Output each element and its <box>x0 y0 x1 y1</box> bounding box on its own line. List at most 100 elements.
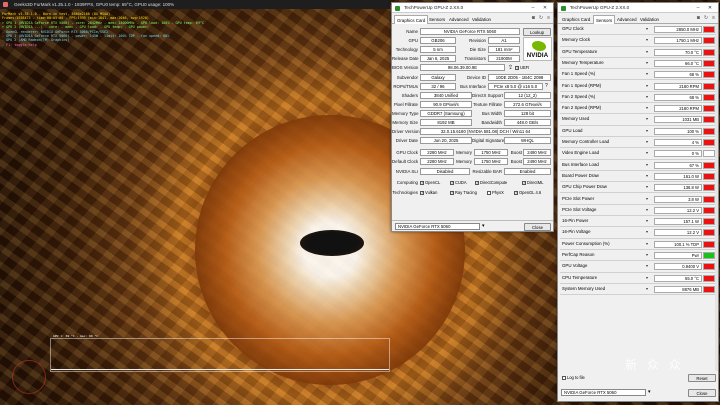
menu-icon[interactable]: ≡ <box>712 15 715 21</box>
sensor-name: Memory Temperature <box>562 59 604 65</box>
lookup-button[interactable]: Lookup <box>523 27 551 36</box>
watermark-logo: 新 众 众 <box>625 358 684 372</box>
sensor-value: 2180 RPM <box>654 82 702 90</box>
label-revision: Revision <box>469 38 486 43</box>
sensor-graph-fill <box>704 94 714 100</box>
check-icon <box>522 180 526 185</box>
field-gpu: GB206 <box>420 37 456 44</box>
sensor-dropdown-icon[interactable]: ▾ <box>646 173 648 178</box>
chevron-down-icon[interactable]: ▾ <box>648 389 651 395</box>
sensor-dropdown-icon[interactable]: ▾ <box>646 105 648 110</box>
sensor-name: System Memory Used <box>562 285 606 291</box>
sensor-dropdown-icon[interactable]: ▾ <box>646 49 648 54</box>
sensor-value: 8876 MB <box>654 285 702 293</box>
sensor-dropdown-icon[interactable]: ▾ <box>646 71 648 76</box>
sensor-dropdown-icon[interactable]: ▾ <box>646 83 648 88</box>
label-default-clock: Default Clock <box>392 159 419 164</box>
label-bios: BIOS Version <box>392 65 419 70</box>
sensor-dropdown-icon[interactable]: ▾ <box>646 37 648 42</box>
sensor-value: 68 % <box>654 71 702 79</box>
minimize-icon[interactable]: – <box>527 3 539 13</box>
tab-graphics-card[interactable]: Graphics Card <box>394 15 429 24</box>
field-directx: 12 (12_2) <box>504 92 551 99</box>
sensor-name: GPU Load <box>562 127 583 133</box>
sensor-scrollbar[interactable] <box>715 24 718 371</box>
sensor-dropdown-icon[interactable]: ▾ <box>646 150 648 155</box>
menu-icon[interactable]: ≡ <box>547 15 550 21</box>
label-pixel-fillrate: Pixel Fillrate <box>394 102 418 107</box>
sensor-dropdown-icon[interactable]: ▾ <box>646 139 648 144</box>
close-icon[interactable]: ✕ <box>704 3 716 13</box>
sensor-dropdown-icon[interactable]: ▾ <box>646 207 648 212</box>
sensor-graph <box>703 82 715 90</box>
sensor-dropdown-icon[interactable]: ▾ <box>646 286 648 291</box>
sensor-dropdown-icon[interactable]: ▾ <box>646 275 648 280</box>
log-to-file-checkbox[interactable]: Log to file <box>562 375 585 380</box>
close-button[interactable]: Close <box>524 222 551 231</box>
chevron-down-icon[interactable]: ▾ <box>482 223 485 229</box>
label-driver-date: Driver Date <box>395 138 418 143</box>
sensor-row: Fan 1 Speed (RPM) ▾ 2180 RPM <box>560 81 715 92</box>
sensor-name: PerfCap Reason <box>562 252 595 257</box>
sensor-row: Power Consumption (%) ▾ 100.1 % TDP <box>560 239 715 250</box>
sensor-name: PCIe Slot Voltage <box>562 206 597 212</box>
field-nvidia-sli: Disabled <box>420 168 470 175</box>
raytracing-checkbox: Ray Tracing <box>450 190 477 195</box>
tab-advanced[interactable]: Advanced <box>447 15 471 24</box>
tab-sensors[interactable]: Sensors <box>427 15 447 24</box>
tab-validation[interactable]: Validation <box>638 15 661 24</box>
help-icon[interactable]: ? <box>545 83 548 89</box>
gpuz-title: TechPowerUp GPU-Z 2.XX.0 <box>404 5 464 10</box>
label-texture-fillrate: Texture Fillrate <box>473 102 502 107</box>
sensor-dropdown-icon[interactable]: ▾ <box>646 184 648 189</box>
sensor-dropdown-icon[interactable]: ▾ <box>646 162 648 167</box>
sensor-dropdown-icon[interactable]: ▾ <box>646 196 648 201</box>
camera-icon[interactable]: ◙ <box>697 15 700 21</box>
sensor-row: Memory Clock ▾ 1750.1 MHz <box>560 35 715 47</box>
sensor-dropdown-icon[interactable]: ▾ <box>646 60 648 65</box>
field-release-date: Jan 6, 2025 <box>420 55 456 62</box>
sensor-dropdown-icon[interactable]: ▾ <box>646 229 648 234</box>
sensor-graph <box>703 116 715 124</box>
gpu-select[interactable]: NVIDIA GeForce RTX 5060 <box>561 389 646 396</box>
sensor-dropdown-icon[interactable]: ▾ <box>646 94 648 99</box>
sensor-row: CPU Temperature ▾ 55.0 °C <box>560 273 715 284</box>
sensor-graph <box>703 105 715 113</box>
sensor-name: Video Engine Load <box>562 150 600 156</box>
close-icon[interactable]: ✕ <box>539 3 551 13</box>
sensor-row: GPU Temperature ▾ 70.0 °C <box>560 47 715 58</box>
tab-validation[interactable]: Validation <box>470 15 493 24</box>
camera-icon[interactable]: ◙ <box>532 15 535 21</box>
gpu-select[interactable]: NVIDIA GeForce RTX 5060 <box>395 223 480 230</box>
share-icon[interactable]: ⇪ <box>508 64 513 71</box>
sensor-dropdown-icon[interactable]: ▾ <box>646 263 648 268</box>
sensor-dropdown-icon[interactable]: ▾ <box>646 241 648 246</box>
sensor-dropdown-icon[interactable]: ▾ <box>646 128 648 133</box>
graphics-card-footer: NVIDIA GeForce RTX 5060 ▾ Close <box>392 220 553 231</box>
field-bus-width: 128 bit <box>504 110 551 117</box>
sensor-row: PCIe Slot Power ▾ 3.8 W <box>560 194 715 205</box>
tab-sensors[interactable]: Sensors <box>593 15 616 24</box>
label-technology: Technology <box>395 47 418 52</box>
sensor-dropdown-icon[interactable]: ▾ <box>646 26 648 31</box>
sensor-graph <box>703 37 715 45</box>
furmark-logo-icon <box>12 360 46 394</box>
label-bandwidth: Bandwidth <box>481 120 502 125</box>
sensor-value: 0.9400 V <box>654 263 702 271</box>
sensors-titlebar: TechPowerUp GPU-Z 2.XX.0 – ✕ <box>558 3 718 13</box>
tab-graphics-card[interactable]: Graphics Card <box>560 15 592 24</box>
eye-pupil <box>300 230 364 256</box>
minimize-icon[interactable]: – <box>692 3 704 13</box>
close-button[interactable]: Close <box>688 388 716 397</box>
sensor-dropdown-icon[interactable]: ▾ <box>646 252 648 257</box>
refresh-icon[interactable]: ↻ <box>539 15 543 21</box>
sensor-graph-fill <box>704 38 714 44</box>
sensor-value: 0 % <box>654 150 702 158</box>
tab-advanced[interactable]: Advanced <box>615 15 639 24</box>
refresh-icon[interactable]: ↻ <box>704 15 708 21</box>
label-technologies: Technologies <box>392 190 418 195</box>
label-rops: ROPs/TMUs <box>393 84 418 89</box>
sensor-dropdown-icon[interactable]: ▾ <box>646 218 648 223</box>
label-gpu: GPU <box>408 38 418 43</box>
sensor-dropdown-icon[interactable]: ▾ <box>646 116 648 121</box>
